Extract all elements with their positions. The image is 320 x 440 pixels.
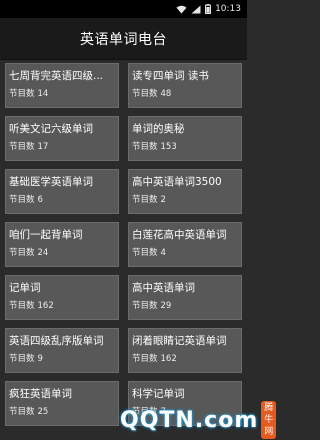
channel-card[interactable]: 七周背完英语四级... 节目数 14 bbox=[5, 63, 119, 108]
battery-icon bbox=[205, 4, 212, 14]
episode-count: 节目数 25 bbox=[9, 405, 114, 419]
channel-name: 咱们一起背单词 bbox=[9, 229, 83, 241]
episode-count-label: 节目数 bbox=[132, 354, 158, 364]
episode-count: 节目数 24 bbox=[9, 246, 114, 260]
episode-count-value: 6 bbox=[37, 195, 43, 205]
episode-count-label: 节目数 bbox=[9, 301, 35, 311]
episode-count-value: 48 bbox=[160, 89, 172, 99]
channel-name: 高中英语单词 bbox=[132, 282, 195, 294]
episode-count-value: 7 bbox=[160, 407, 166, 417]
channel-name: 记单词 bbox=[9, 282, 41, 294]
episode-count-value: 29 bbox=[160, 301, 172, 311]
episode-count-label: 节目数 bbox=[9, 89, 35, 99]
channel-name: 七周背完英语四级... bbox=[9, 70, 104, 82]
channel-card[interactable]: 疯狂英语单词 节目数 25 bbox=[5, 381, 119, 426]
episode-count: 节目数 29 bbox=[132, 299, 237, 313]
episode-count-label: 节目数 bbox=[9, 248, 35, 258]
episode-count: 节目数 162 bbox=[9, 299, 114, 313]
channel-name: 英语四级乱序版单词 bbox=[9, 335, 104, 347]
page-title: 英语单词电台 bbox=[80, 31, 167, 48]
channel-card[interactable]: 科学记单词 节目数 7 bbox=[128, 381, 242, 426]
episode-count: 节目数 14 bbox=[9, 87, 114, 101]
channel-name: 闭着眼睛记英语单词 bbox=[132, 335, 227, 347]
channel-card[interactable]: 读专四单词 读书 节目数 48 bbox=[128, 63, 242, 108]
channel-name: 科学记单词 bbox=[132, 388, 185, 400]
channel-card[interactable]: 英语四级乱序版单词 节目数 9 bbox=[5, 328, 119, 373]
watermark-badge: 腾牛网 bbox=[261, 401, 277, 439]
episode-count: 节目数 17 bbox=[9, 140, 114, 154]
episode-count: 节目数 9 bbox=[9, 352, 114, 366]
channel-name: 疯狂英语单词 bbox=[9, 388, 72, 400]
channel-name: 单词的奥秘 bbox=[132, 123, 185, 135]
channel-card[interactable]: 咱们一起背单词 节目数 24 bbox=[5, 222, 119, 267]
channel-card[interactable]: 高中英语单词3500 节目数 2 bbox=[128, 169, 242, 214]
episode-count: 节目数 162 bbox=[132, 352, 237, 366]
episode-count-value: 25 bbox=[37, 407, 49, 417]
channel-card[interactable]: 单词的奥秘 节目数 153 bbox=[128, 116, 242, 161]
episode-count-value: 162 bbox=[37, 301, 54, 311]
episode-count: 节目数 6 bbox=[9, 193, 114, 207]
episode-count-value: 9 bbox=[37, 354, 43, 364]
channel-card[interactable]: 听美文记六级单词 节目数 17 bbox=[5, 116, 119, 161]
channel-name: 听美文记六级单词 bbox=[9, 123, 93, 135]
episode-count-value: 153 bbox=[160, 142, 177, 152]
episode-count-label: 节目数 bbox=[132, 407, 158, 417]
episode-count: 节目数 7 bbox=[132, 405, 237, 419]
channel-card[interactable]: 白莲花高中英语单词 节目数 4 bbox=[128, 222, 242, 267]
channel-card[interactable]: 基础医学英语单词 节目数 6 bbox=[5, 169, 119, 214]
channel-card[interactable]: 高中英语单词 节目数 29 bbox=[128, 275, 242, 320]
channel-card[interactable]: 记单词 节目数 162 bbox=[5, 275, 119, 320]
episode-count: 节目数 153 bbox=[132, 140, 237, 154]
episode-count-value: 4 bbox=[160, 248, 166, 258]
episode-count-label: 节目数 bbox=[132, 142, 158, 152]
episode-count-value: 162 bbox=[160, 354, 177, 364]
signal-icon bbox=[191, 5, 201, 14]
episode-count-label: 节目数 bbox=[132, 248, 158, 258]
episode-count-label: 节目数 bbox=[132, 195, 158, 205]
episode-count-value: 24 bbox=[37, 248, 49, 258]
channel-name: 高中英语单词3500 bbox=[132, 176, 222, 188]
episode-count-value: 17 bbox=[37, 142, 49, 152]
episode-count-value: 14 bbox=[37, 89, 49, 99]
episode-count: 节目数 4 bbox=[132, 246, 237, 260]
episode-count: 节目数 48 bbox=[132, 87, 237, 101]
episode-count-label: 节目数 bbox=[9, 195, 35, 205]
channel-grid: 七周背完英语四级... 节目数 14 读专四单词 读书 节目数 48 听美文记六级单… bbox=[5, 63, 242, 426]
episode-count-label: 节目数 bbox=[132, 301, 158, 311]
status-bar: 10:13 bbox=[0, 0, 247, 18]
channel-name: 基础医学英语单词 bbox=[9, 176, 93, 188]
channel-card[interactable]: 闭着眼睛记英语单词 节目数 162 bbox=[128, 328, 242, 373]
episode-count-value: 2 bbox=[160, 195, 166, 205]
channel-name: 白莲花高中英语单词 bbox=[132, 229, 227, 241]
episode-count-label: 节目数 bbox=[9, 142, 35, 152]
episode-count-label: 节目数 bbox=[132, 89, 158, 99]
episode-count-label: 节目数 bbox=[9, 407, 35, 417]
wifi-icon bbox=[176, 5, 187, 14]
episode-count-label: 节目数 bbox=[9, 354, 35, 364]
app-bar: 英语单词电台 bbox=[0, 18, 247, 60]
channel-name: 读专四单词 读书 bbox=[132, 70, 209, 82]
status-time: 10:13 bbox=[215, 4, 241, 14]
episode-count: 节目数 2 bbox=[132, 193, 237, 207]
